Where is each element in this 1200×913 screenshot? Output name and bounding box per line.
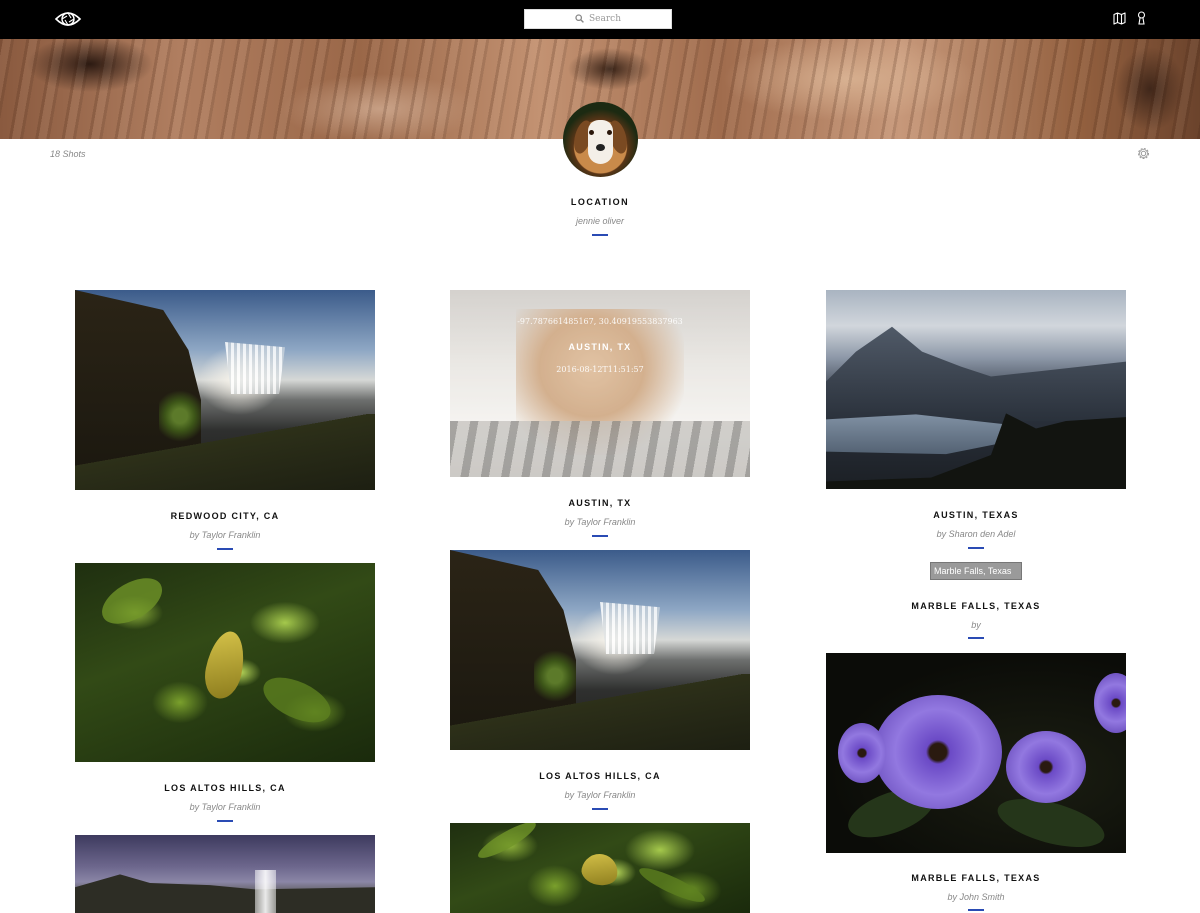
photo-los-altos-hills-waterfall[interactable] (450, 550, 750, 750)
gear-icon[interactable] (1136, 146, 1151, 161)
page-title: LOCATION (570, 197, 630, 207)
photo-marble-falls-flowers[interactable] (826, 653, 1126, 853)
title-underline (592, 808, 608, 810)
photo-author[interactable]: by Taylor Franklin (75, 530, 375, 540)
photo-redwood-city[interactable] (75, 290, 375, 490)
photo-title[interactable]: REDWOOD CITY, CA (75, 511, 375, 521)
photo-title[interactable]: MARBLE FALLS, TEXAS (826, 873, 1126, 883)
title-underline (217, 820, 233, 822)
broken-image-placeholder[interactable]: Marble Falls, Texas (930, 562, 1022, 580)
search-placeholder: Search (589, 14, 621, 24)
user-icon[interactable] (1134, 10, 1148, 26)
photo-austin-tx-hover[interactable]: -97.787661485167, 30.40919553837963 AUST… (450, 290, 750, 477)
search-input[interactable]: Search (524, 9, 672, 29)
photo-title[interactable]: LOS ALTOS HILLS, CA (75, 783, 375, 793)
title-underline (968, 909, 984, 911)
title-underline (592, 535, 608, 537)
photo-author[interactable]: by Taylor Franklin (450, 790, 750, 800)
title-underline (968, 637, 984, 639)
photo-author[interactable]: by Taylor Franklin (450, 517, 750, 527)
title-underline (592, 234, 608, 236)
profile-username[interactable]: jennie oliver (0, 216, 1200, 226)
avatar[interactable] (563, 102, 638, 177)
photo-author[interactable]: by John Smith (826, 892, 1126, 902)
photo-los-altos-hills[interactable] (75, 563, 375, 762)
photo-overlay-location: AUSTIN, TX (568, 342, 632, 352)
shots-count: 18 Shots (50, 149, 86, 159)
photo-overlay-date: 2016-08-12T11:51:57 (556, 365, 644, 374)
photo-title[interactable]: AUSTIN, TEXAS (826, 510, 1126, 520)
top-nav-bar: Search (0, 0, 1200, 39)
title-underline (217, 548, 233, 550)
photo-sky-waterfall[interactable] (75, 835, 375, 913)
search-icon (575, 10, 584, 28)
photo-leaves[interactable] (450, 823, 750, 913)
photo-author[interactable]: by Taylor Franklin (75, 802, 375, 812)
title-underline (968, 547, 984, 549)
photo-austin-texas[interactable] (826, 290, 1126, 489)
photo-title[interactable]: AUSTIN, TX (450, 498, 750, 508)
photo-title[interactable]: LOS ALTOS HILLS, CA (450, 771, 750, 781)
eye-aperture-logo-icon[interactable] (54, 6, 82, 32)
photo-title[interactable]: MARBLE FALLS, TEXAS (826, 601, 1126, 611)
photo-author[interactable]: by Sharon den Adel (826, 529, 1126, 539)
photo-overlay-coordinates: -97.787661485167, 30.40919553837963 (517, 317, 683, 326)
photo-author[interactable]: by (826, 620, 1126, 630)
map-icon[interactable] (1112, 10, 1126, 26)
